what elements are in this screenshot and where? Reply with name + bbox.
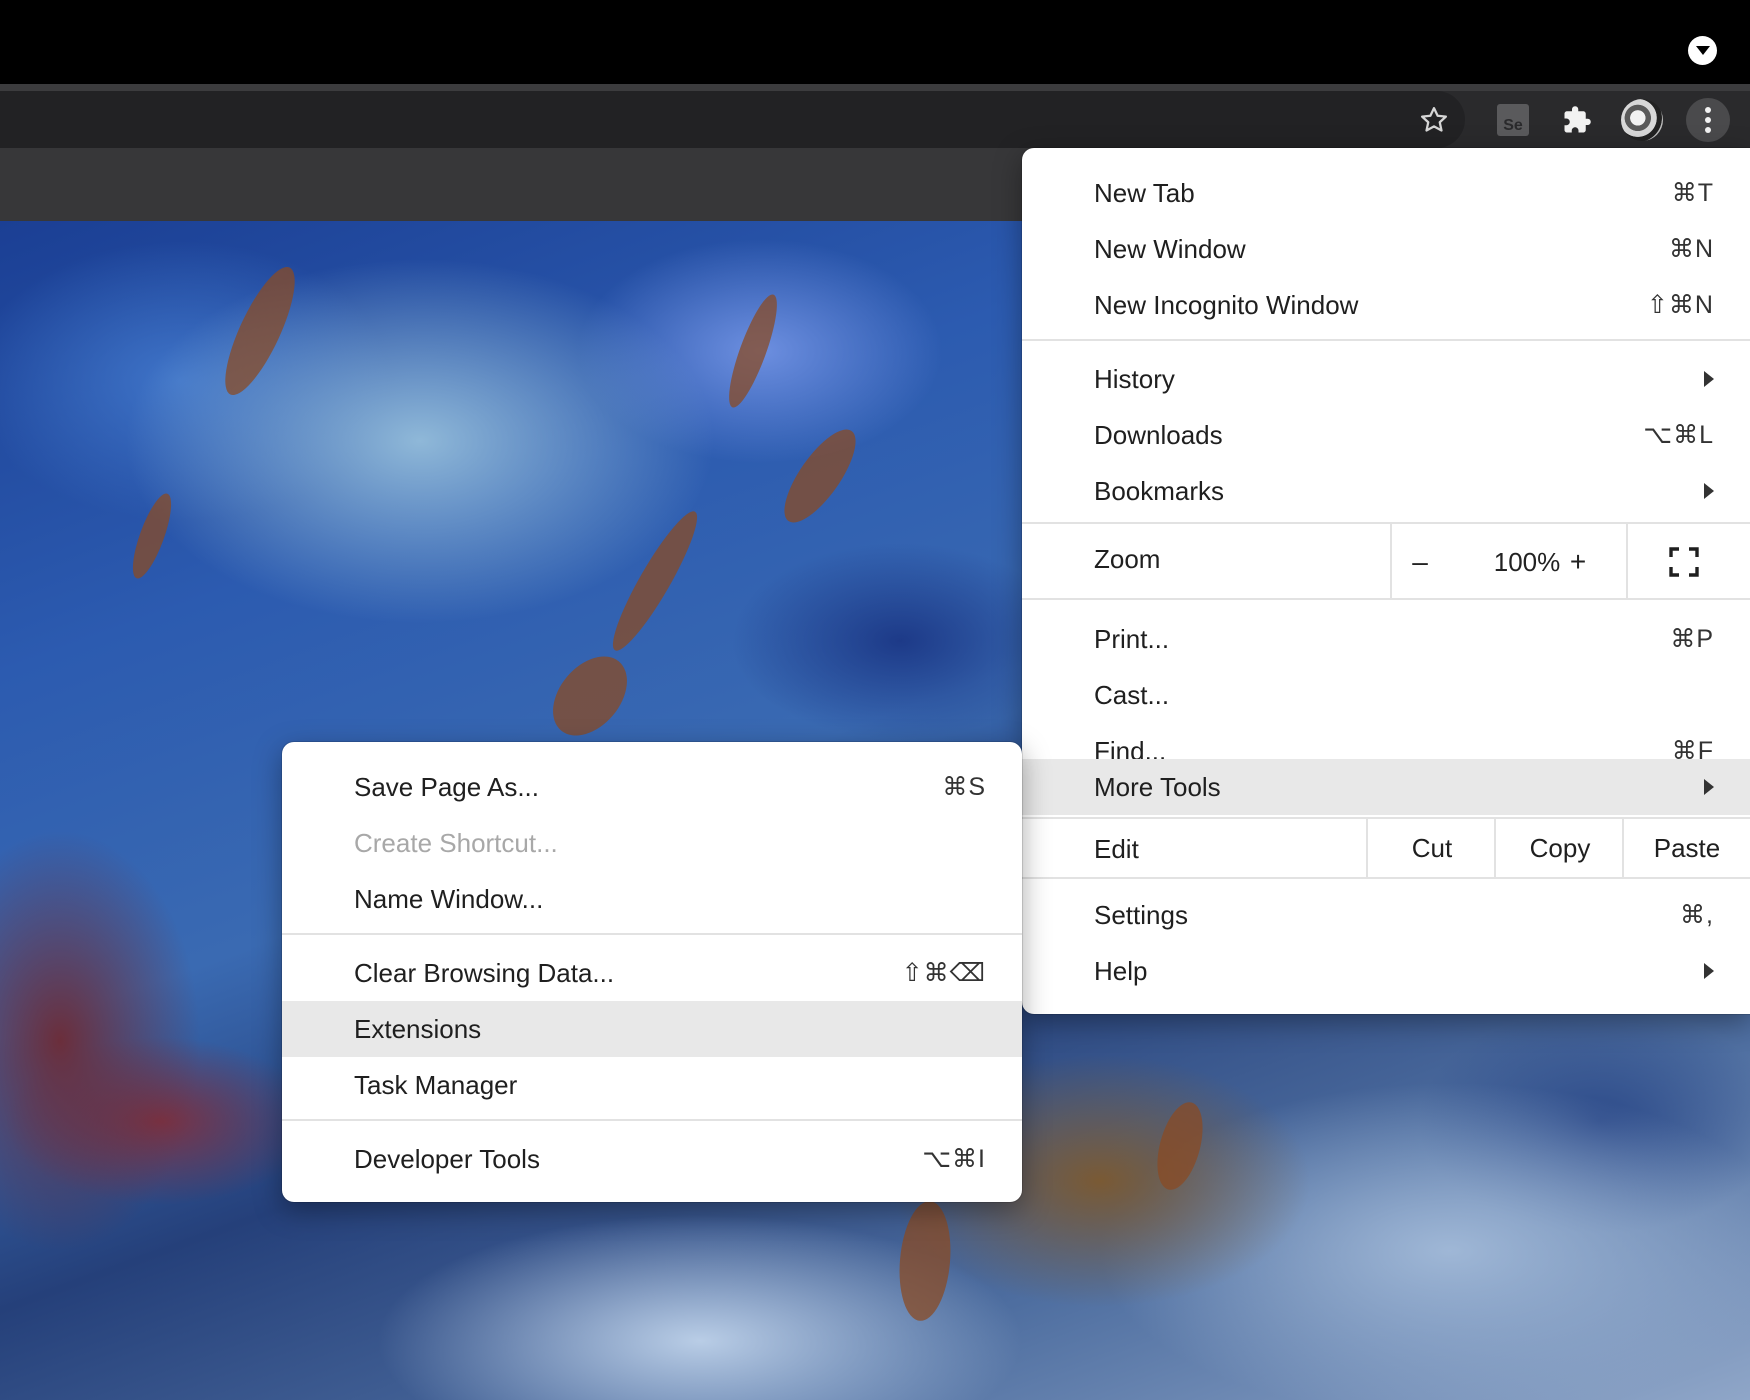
- menu-item-label: New Tab: [1094, 177, 1195, 208]
- tab-search-button[interactable]: [1688, 36, 1717, 65]
- fullscreen-button[interactable]: [1662, 540, 1706, 584]
- profile-avatar[interactable]: [1621, 99, 1663, 141]
- menu-item-label: New Window: [1094, 233, 1246, 264]
- menu-separator: [1022, 339, 1750, 341]
- menu-item-history[interactable]: History: [1022, 351, 1750, 407]
- submenu-item-developer-tools[interactable]: Developer Tools ⌥⌘I: [282, 1131, 1022, 1187]
- submenu-arrow-icon: [1704, 371, 1714, 387]
- menu-item-label: Clear Browsing Data...: [354, 957, 615, 988]
- edit-label: Edit: [1094, 834, 1139, 864]
- menu-separator: [1022, 877, 1750, 879]
- zoom-divider: [1390, 524, 1392, 598]
- menu-item-label: Cast...: [1094, 679, 1170, 710]
- menu-item-new-tab[interactable]: New Tab ⌘T: [1022, 165, 1750, 221]
- menu-item-shortcut: ⌥⌘L: [1643, 421, 1714, 449]
- submenu-item-clear-browsing-data[interactable]: Clear Browsing Data... ⇧⌘⌫: [282, 945, 1022, 1001]
- menu-item-more-tools[interactable]: More Tools: [1022, 759, 1750, 815]
- menu-item-help[interactable]: Help: [1022, 943, 1750, 999]
- more-tools-submenu: Save Page As... ⌘S Create Shortcut... Na…: [282, 742, 1022, 1202]
- menu-item-shortcut: ⇧⌘N: [1646, 291, 1714, 319]
- zoom-row: Zoom – 100% +: [1022, 524, 1750, 598]
- window-titlebar: [0, 0, 1750, 84]
- menu-item-label: Task Manager: [354, 1069, 518, 1100]
- zoom-label: Zoom: [1094, 544, 1161, 574]
- menu-item-label: Save Page As...: [354, 771, 540, 802]
- address-bar[interactable]: [0, 91, 1465, 148]
- menu-item-new-window[interactable]: New Window ⌘N: [1022, 221, 1750, 277]
- copy-button[interactable]: Copy: [1496, 819, 1624, 877]
- browser-toolbar: Se: [0, 91, 1750, 148]
- submenu-arrow-icon: [1704, 963, 1714, 979]
- extension-se-icon[interactable]: Se: [1494, 101, 1532, 139]
- zoom-divider: [1626, 524, 1628, 598]
- zoom-out-button[interactable]: –: [1400, 542, 1440, 582]
- submenu-arrow-icon: [1704, 779, 1714, 795]
- menu-item-shortcut: ⇧⌘⌫: [901, 959, 986, 987]
- submenu-item-save-page-as[interactable]: Save Page As... ⌘S: [282, 759, 1022, 815]
- submenu-item-create-shortcut: Create Shortcut...: [282, 815, 1022, 871]
- menu-item-new-incognito-window[interactable]: New Incognito Window ⇧⌘N: [1022, 277, 1750, 333]
- menu-item-shortcut: ⌘,: [1680, 901, 1714, 929]
- zoom-in-button[interactable]: +: [1558, 542, 1598, 582]
- menu-item-label: Print...: [1094, 623, 1170, 654]
- edit-row: Edit Cut Copy Paste: [1022, 819, 1750, 877]
- menu-separator: [1022, 598, 1750, 600]
- menu-item-label: Settings: [1094, 899, 1188, 930]
- menu-item-label: More Tools: [1094, 771, 1221, 802]
- menu-item-label: Downloads: [1094, 419, 1223, 450]
- submenu-item-extensions[interactable]: Extensions: [282, 1001, 1022, 1057]
- menu-item-label: Help: [1094, 955, 1148, 986]
- menu-item-label: Create Shortcut...: [354, 827, 558, 858]
- menu-item-shortcut: ⌘T: [1671, 179, 1714, 207]
- fullscreen-icon: [1669, 547, 1699, 577]
- extension-se-label: Se: [1503, 117, 1523, 134]
- vertical-dots-icon: [1705, 107, 1711, 133]
- submenu-arrow-icon: [1704, 483, 1714, 499]
- menu-item-settings[interactable]: Settings ⌘,: [1022, 887, 1750, 943]
- chrome-menu-button[interactable]: [1686, 98, 1730, 142]
- menu-item-label: Developer Tools: [354, 1143, 540, 1174]
- menu-separator: [282, 933, 1022, 935]
- menu-item-label: New Incognito Window: [1094, 289, 1359, 320]
- menu-item-shortcut: ⌥⌘I: [922, 1145, 986, 1173]
- chevron-down-icon: [1695, 45, 1710, 55]
- cut-button[interactable]: Cut: [1368, 819, 1496, 877]
- menu-item-shortcut: ⌘N: [1668, 235, 1714, 263]
- submenu-item-task-manager[interactable]: Task Manager: [282, 1057, 1022, 1113]
- paste-button[interactable]: Paste: [1624, 819, 1750, 877]
- chrome-main-menu: New Tab ⌘T New Window ⌘N New Incognito W…: [1022, 148, 1750, 1014]
- extensions-puzzle-icon[interactable]: [1558, 101, 1596, 139]
- menu-item-label: Name Window...: [354, 883, 544, 914]
- menu-item-bookmarks[interactable]: Bookmarks: [1022, 463, 1750, 519]
- menu-separator: [282, 1119, 1022, 1121]
- tab-strip-divider: [0, 84, 1750, 91]
- menu-item-label: History: [1094, 363, 1175, 394]
- menu-item-label: Extensions: [354, 1013, 482, 1044]
- menu-item-label: Bookmarks: [1094, 475, 1225, 506]
- menu-item-shortcut: ⌘S: [942, 773, 986, 801]
- menu-item-downloads[interactable]: Downloads ⌥⌘L: [1022, 407, 1750, 463]
- menu-item-shortcut: ⌘P: [1670, 625, 1714, 653]
- submenu-item-name-window[interactable]: Name Window...: [282, 871, 1022, 927]
- menu-item-print[interactable]: Print... ⌘P: [1022, 611, 1750, 667]
- menu-item-cast[interactable]: Cast...: [1022, 667, 1750, 723]
- bookmark-star-icon[interactable]: [1415, 101, 1453, 139]
